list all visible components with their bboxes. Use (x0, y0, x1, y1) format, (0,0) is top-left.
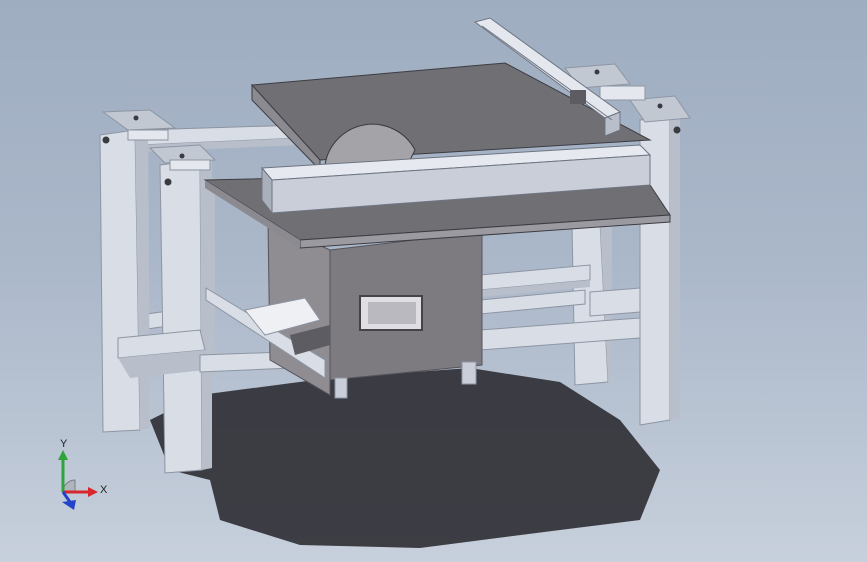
axis-triad: Y X (48, 438, 118, 515)
axis-triad-graphic (58, 450, 98, 510)
graphics-viewport[interactable]: Y X (0, 0, 867, 562)
x-axis-label: X (100, 484, 108, 496)
table-saw-model[interactable] (0, 0, 867, 562)
floor-shadow (150, 368, 660, 548)
y-axis-label: Y (60, 438, 68, 450)
